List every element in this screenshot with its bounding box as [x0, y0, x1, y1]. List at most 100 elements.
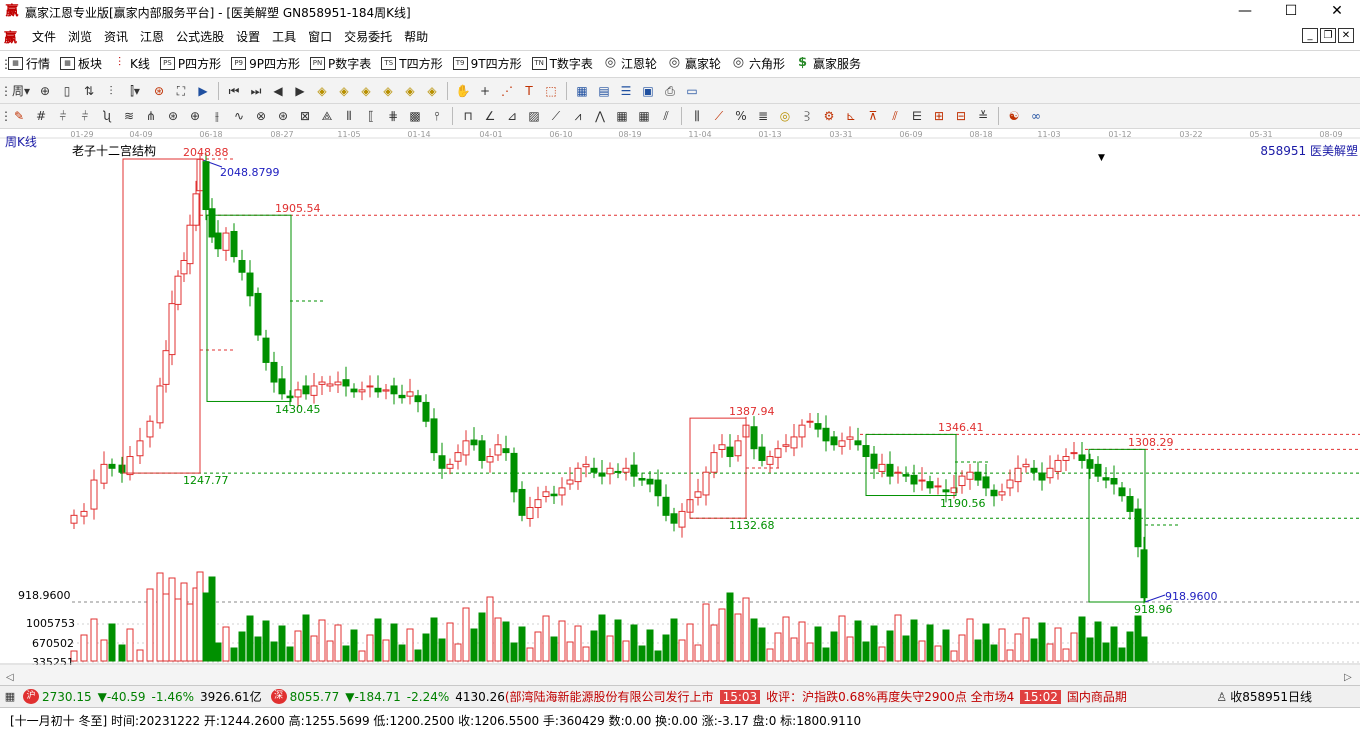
ruler-icon[interactable]: ⫼ [686, 106, 708, 126]
diamond-icon-6[interactable]: ◈ [421, 81, 443, 101]
mdi-minimize-button[interactable]: _ [1302, 28, 1318, 43]
menu-window[interactable]: 窗口 [302, 28, 338, 45]
toolbar-hexagon[interactable]: ◎ 六角形 [731, 55, 785, 72]
horizontal-scrollbar[interactable] [0, 665, 1360, 685]
mdi-close-button[interactable]: ✕ [1338, 28, 1354, 43]
save-icon[interactable]: ▣ [637, 81, 659, 101]
diagonal-icon[interactable]: ⟋ [708, 106, 730, 126]
monitor-icon[interactable]: ▭ [681, 81, 703, 101]
toolbar-kline[interactable]: ⫶ K线 [112, 55, 150, 72]
angle-icon-1[interactable]: ∠ [479, 106, 501, 126]
angle-icon-2[interactable]: ⊿ [501, 106, 523, 126]
cross-box-icon[interactable]: ⊠ [294, 106, 316, 126]
stair-icon[interactable]: ≚ [972, 106, 994, 126]
bracket-icon[interactable]: ⟦ [360, 106, 382, 126]
mdi-restore-button[interactable]: ❐ [1320, 28, 1336, 43]
bars-icon[interactable]: ⫶ [100, 81, 122, 101]
last-bar-icon[interactable]: ⏭ [245, 81, 267, 101]
fork-icon-1[interactable]: ⫩ [52, 106, 74, 126]
angle-icon-3[interactable]: ▨ [523, 106, 545, 126]
menu-help[interactable]: 帮助 [398, 28, 434, 45]
rake-icon[interactable]: ⫯ [426, 106, 448, 126]
menu-browse[interactable]: 浏览 [62, 28, 98, 45]
crosshair-icon[interactable]: + [474, 81, 496, 101]
hand-icon[interactable]: ✋ [452, 81, 474, 101]
toolbar-p-square[interactable]: PS P四方形 [159, 55, 221, 72]
minimize-button[interactable]: — [1222, 0, 1268, 24]
slant-icon[interactable]: ⫽ [884, 106, 906, 126]
stack-icon[interactable]: ⊟ [950, 106, 972, 126]
menu-tools[interactable]: 工具 [266, 28, 302, 45]
grid-tool-icon-2[interactable]: ▦ [633, 106, 655, 126]
status-right-text[interactable]: 收858951日线 [1230, 688, 1312, 705]
angle-tool-icon[interactable]: ⊾ [840, 106, 862, 126]
coin-icon[interactable]: ◎ [774, 106, 796, 126]
scroll-right-icon[interactable]: ▷ [1344, 672, 1352, 683]
target-icon[interactable]: ⊛ [148, 81, 170, 101]
list-icon[interactable]: ☰ [615, 81, 637, 101]
dropdown-marker-icon[interactable]: ▼ [1098, 153, 1105, 163]
fan-tool-icon[interactable]: ⫖ [796, 106, 818, 126]
diamond-icon-2[interactable]: ◈ [333, 81, 355, 101]
first-bar-icon[interactable]: ⏮ [223, 81, 245, 101]
prev-icon[interactable]: ◀ [267, 81, 289, 101]
pen-icon[interactable]: ✎ [8, 106, 30, 126]
spiral-icon-2[interactable]: ⊛ [272, 106, 294, 126]
news-ticker-3[interactable]: 国内商品期 [1067, 688, 1127, 705]
toolbar-9t-square[interactable]: T9 9T四方形 [452, 55, 522, 72]
status-grid-icon[interactable]: ▦ [0, 687, 20, 707]
menu-info[interactable]: 资讯 [98, 28, 134, 45]
scroll-left-icon[interactable]: ◁ [6, 672, 14, 683]
news-ticker-2[interactable]: 收评：沪指跌0.68%再度失守2900点 全市场4 [766, 688, 1014, 705]
line-icon[interactable]: ⟋ [545, 106, 567, 126]
grid-tool-icon[interactable]: ▦ [611, 106, 633, 126]
candle-dropdown-icon[interactable]: ⫿▾ [122, 81, 148, 101]
diamond-icon-4[interactable]: ◈ [377, 81, 399, 101]
circle-grid-icon[interactable]: ⊛ [162, 106, 184, 126]
hash-icon[interactable]: # [30, 106, 52, 126]
menu-trade[interactable]: 交易委托 [338, 28, 398, 45]
next-icon[interactable]: ▶ [289, 81, 311, 101]
gold-icon[interactable]: ⊼ [862, 106, 884, 126]
peak-icon[interactable]: ⋀ [589, 106, 611, 126]
gear-icon[interactable]: ⚙ [818, 106, 840, 126]
sort-icon[interactable]: ⇅ [78, 81, 100, 101]
fork-icon-3[interactable]: ʯ [96, 106, 118, 126]
maximize-button[interactable]: ☐ [1268, 0, 1314, 24]
period-dropdown-icon[interactable]: 周▾ [8, 81, 34, 101]
menu-file[interactable]: 文件 [26, 28, 62, 45]
t-icon[interactable]: T [518, 81, 540, 101]
print-icon[interactable]: ⎙ [659, 81, 681, 101]
zigzag-icon[interactable]: ⩘ [567, 106, 589, 126]
flag-icon[interactable]: ▶ [192, 81, 214, 101]
kline-chart[interactable]: 01-29 04-09 06-18 08-27 11-05 01-14 04-01 06-10… [0, 129, 1360, 685]
ladder-icon[interactable]: ⋕ [382, 106, 404, 126]
select-icon[interactable]: ⬚ [540, 81, 562, 101]
toolbar-gann-wheel[interactable]: ◎ 江恩轮 [603, 55, 657, 72]
bar-tool-icon[interactable]: ⊞ [928, 106, 950, 126]
toolbar-t-square[interactable]: TS T四方形 [381, 55, 443, 72]
diamond-icon-5[interactable]: ◈ [399, 81, 421, 101]
menu-formula[interactable]: 公式选股 [170, 28, 230, 45]
fib-icon[interactable]: ≣ [752, 106, 774, 126]
table-icon[interactable]: ▤ [593, 81, 615, 101]
news-ticker-1[interactable]: (部湾陆海新能源股份有限公司发行上市 [505, 688, 714, 705]
spiral-icon-1[interactable]: ⊗ [250, 106, 272, 126]
fan-icon[interactable]: ⋔ [140, 106, 162, 126]
zoom-icon[interactable]: ⛶ [170, 81, 192, 101]
comb-icon[interactable]: ⫲ [206, 106, 228, 126]
menu-gann[interactable]: 江恩 [134, 28, 170, 45]
parallel-icon[interactable]: ⫽ [655, 106, 677, 126]
kline-chart-area[interactable]: 01-29 04-09 06-18 08-27 11-05 01-14 04-01 06-10… [0, 129, 1360, 685]
toolbar-9p-square[interactable]: P9 9P四方形 [231, 55, 300, 72]
globe-icon[interactable]: ⊕ [184, 106, 206, 126]
yin-yang-icon[interactable]: ☯ [1003, 106, 1025, 126]
toolbar-quotes[interactable]: ▦ 行情 [8, 55, 50, 72]
diamond-icon-1[interactable]: ◈ [311, 81, 333, 101]
toolbar-p-number[interactable]: PN P数字表 [310, 55, 371, 72]
multi-line-icon[interactable]: ⋿ [906, 106, 928, 126]
close-button[interactable]: ✕ [1314, 0, 1360, 24]
bracket-tool-icon[interactable]: ⊓ [457, 106, 479, 126]
doc-icon[interactable]: ▯ [56, 81, 78, 101]
calendar-icon[interactable]: ▦ [571, 81, 593, 101]
